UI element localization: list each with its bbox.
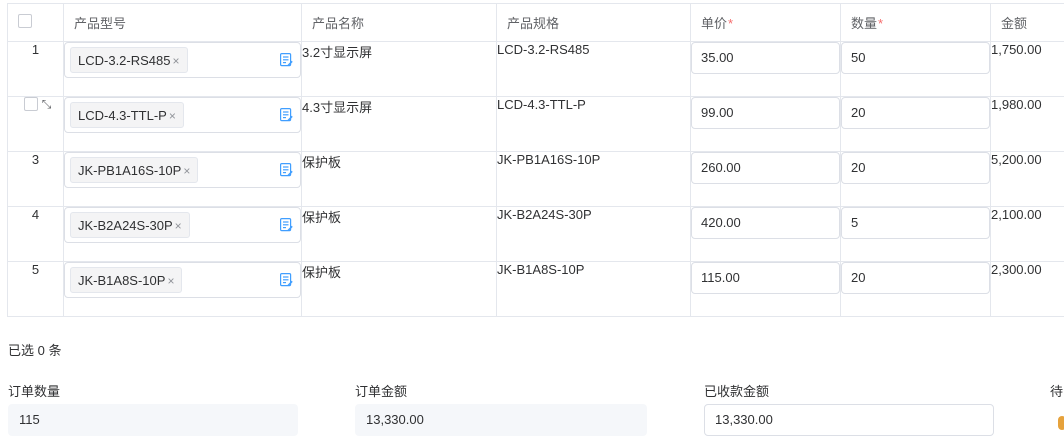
spec-cell: JK-PB1A16S-10P [496,151,691,207]
table-row[interactable]: 4 JK-B2A24S-30P × 保护板 JK-B2A24S-30P 420.00 5 2,… [7,206,1064,262]
row-index-cell: 4 [7,206,64,262]
qty-input[interactable]: 50 [841,42,990,74]
header-spec: 产品规格 [496,3,691,42]
amount-cell: 1,980.00 [990,96,1064,152]
required-mark: * [878,16,884,31]
row-index-cell: 1 [7,41,64,97]
price-cell: 115.00 [690,261,841,317]
tag-close-icon[interactable]: × [167,274,174,288]
row-index: 3 [31,152,40,167]
model-select[interactable]: JK-PB1A16S-10P × [64,152,301,188]
row-checkbox[interactable] [23,97,38,111]
model-tag: LCD-4.3-TTL-P × [70,102,184,128]
order-qty-label: 订单数量 [8,384,61,399]
header-price: 单价* [690,3,841,42]
select-all-checkbox[interactable] [18,14,32,28]
model-tag: JK-B1A8S-10P × [70,267,183,293]
header-model: 产品型号 [63,3,302,42]
price-input[interactable]: 420.00 [691,207,840,239]
tag-close-icon[interactable]: × [169,109,176,123]
amount-cell: 2,300.00 [990,261,1064,317]
tag-close-icon[interactable]: × [173,54,180,68]
qty-input[interactable]: 20 [841,97,990,129]
price-input[interactable]: 260.00 [691,152,840,184]
required-mark: * [728,16,734,31]
order-amount-label: 订单金额 [355,384,408,399]
header-name: 产品名称 [301,3,497,42]
amount-cell: 5,200.00 [990,151,1064,207]
price-input[interactable]: 99.00 [691,97,840,129]
model-cell: LCD-4.3-TTL-P × [63,96,302,152]
amount-cell: 1,750.00 [990,41,1064,97]
qty-input[interactable]: 20 [841,262,990,294]
table-row[interactable]: ⤡ LCD-4.3-TTL-P × 4.3寸显示屏 LCD-4.3-TTL-P 99.00… [7,96,1064,152]
received-amount-label: 已收款金额 [704,384,770,399]
table-row[interactable]: 3 JK-PB1A16S-10P × 保护板 JK-PB1A16S-10P 260.00 2… [7,151,1064,207]
name-cell: 保护板 [301,151,497,207]
model-select[interactable]: JK-B2A24S-30P × [64,207,301,243]
spec-cell: LCD-4.3-TTL-P [496,96,691,152]
model-tag: JK-B2A24S-30P × [70,212,190,238]
name-cell: 3.2寸显示屏 [301,41,497,97]
model-cell: LCD-3.2-RS485 × [63,41,302,97]
name-cell: 4.3寸显示屏 [301,96,497,152]
row-index: 5 [31,262,40,277]
header-amount: 金额 [990,3,1064,42]
model-select[interactable]: LCD-4.3-TTL-P × [64,97,301,133]
qty-cell: 50 [840,41,991,97]
select-all-cell [7,3,64,42]
price-cell: 35.00 [690,41,841,97]
name-cell: 保护板 [301,261,497,317]
header-qty: 数量* [840,3,991,42]
table-row[interactable]: 5 JK-B1A8S-10P × 保护板 JK-B1A8S-10P 115.00 20 2,3… [7,261,1064,317]
model-cell: JK-B1A8S-10P × [63,261,302,317]
spec-cell: JK-B1A8S-10P [496,261,691,317]
list-edit-icon[interactable] [280,108,293,122]
qty-cell: 20 [840,151,991,207]
qty-input[interactable]: 5 [841,207,990,239]
price-cell: 420.00 [690,206,841,262]
qty-cell: 20 [840,261,991,317]
model-cell: JK-B2A24S-30P × [63,206,302,262]
row-index: 1 [31,42,40,57]
spec-cell: JK-B2A24S-30P [496,206,691,262]
row-index-cell: ⤡ [7,96,64,152]
tag-close-icon[interactable]: × [175,219,182,233]
qty-input[interactable]: 20 [841,152,990,184]
amount-cell: 2,100.00 [990,206,1064,262]
table-row[interactable]: 1 LCD-3.2-RS485 × 3.2寸显示屏 LCD-3.2-RS485 35.00… [7,41,1064,97]
name-cell: 保护板 [301,206,497,262]
row-index: 4 [31,207,40,222]
model-tag: JK-PB1A16S-10P × [70,157,199,183]
list-edit-icon[interactable] [280,273,293,287]
qty-cell: 20 [840,96,991,152]
model-select[interactable]: JK-B1A8S-10P × [64,262,301,298]
order-qty-field: 115 [8,404,298,436]
price-cell: 99.00 [690,96,841,152]
list-edit-icon[interactable] [280,218,293,232]
list-edit-icon[interactable] [280,163,293,177]
price-cell: 260.00 [690,151,841,207]
row-index-cell: 3 [7,151,64,207]
price-input[interactable]: 115.00 [691,262,840,294]
table-header-row: 产品型号 产品名称 产品规格 单价* 数量* 金额 [7,3,1064,42]
model-tag: LCD-3.2-RS485 × [70,47,188,73]
tag-close-icon[interactable]: × [183,164,190,178]
model-select[interactable]: LCD-3.2-RS485 × [64,42,301,78]
product-table: 产品型号 产品名称 产品规格 单价* 数量* 金额 1 LCD-3.2-RS485… [7,3,1064,317]
order-amount-field: 13,330.00 [355,404,647,436]
spec-cell: LCD-3.2-RS485 [496,41,691,97]
selection-count: 已选 0 条 [8,343,62,358]
model-cell: JK-PB1A16S-10P × [63,151,302,207]
price-input[interactable]: 35.00 [691,42,840,74]
received-amount-input[interactable]: 13,330.00 [704,404,994,436]
qty-cell: 5 [840,206,991,262]
warning-indicator [1058,416,1064,430]
pending-label: 待 [1050,384,1064,399]
expand-arrows-icon[interactable]: ⤡ [42,98,52,110]
row-index-cell: 5 [7,261,64,317]
list-edit-icon[interactable] [280,53,293,67]
